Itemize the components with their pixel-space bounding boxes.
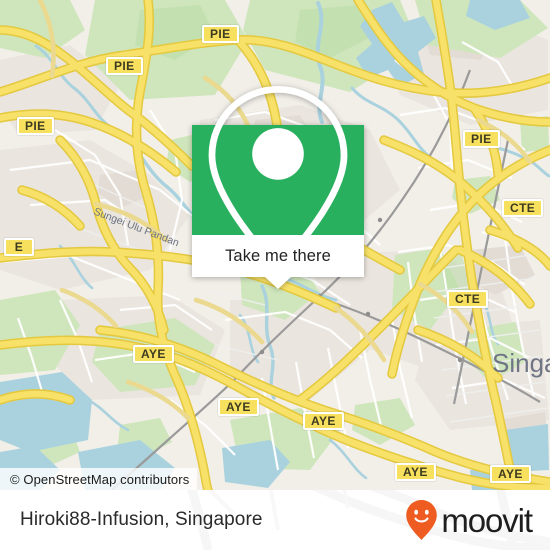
take-me-there-callout[interactable]: Take me there — [192, 86, 364, 289]
highway-shield-pie: PIE — [463, 130, 500, 148]
highway-shield-pie: PIE — [106, 57, 143, 75]
moovit-brand[interactable]: moovit — [405, 499, 533, 541]
highway-shield-pie: PIE — [17, 117, 54, 135]
callout-icon-panel — [192, 86, 364, 277]
highway-shield-aye: AYE — [490, 465, 531, 483]
map-share-card: Sungei Ulu Pandan Singapore PIEPIEPIEPIE… — [0, 0, 550, 550]
map-pin-icon — [208, 86, 348, 277]
take-me-there-label: Take me there — [225, 246, 331, 265]
highway-shield-aye: AYE — [395, 463, 436, 481]
highway-shield-e: E — [4, 238, 34, 256]
highway-shield-cte: CTE — [502, 199, 544, 217]
highway-shield-aye: AYE — [133, 345, 174, 363]
place-title: Hiroki88-Infusion, Singapore — [20, 509, 263, 530]
osm-attribution[interactable]: © OpenStreetMap contributors — [0, 468, 198, 490]
footer-bar: Hiroki88-Infusion, Singapore moovit — [0, 490, 550, 550]
osm-attribution-text: © OpenStreetMap contributors — [10, 471, 190, 487]
moovit-wordmark: moovit — [441, 501, 533, 539]
city-label: Singapore — [492, 348, 550, 378]
moovit-pin-smiley-icon — [406, 500, 438, 540]
map-canvas[interactable]: Sungei Ulu Pandan Singapore PIEPIEPIEPIE… — [0, 0, 550, 490]
highway-shield-cte: CTE — [447, 290, 489, 308]
callout-tail — [265, 277, 291, 289]
